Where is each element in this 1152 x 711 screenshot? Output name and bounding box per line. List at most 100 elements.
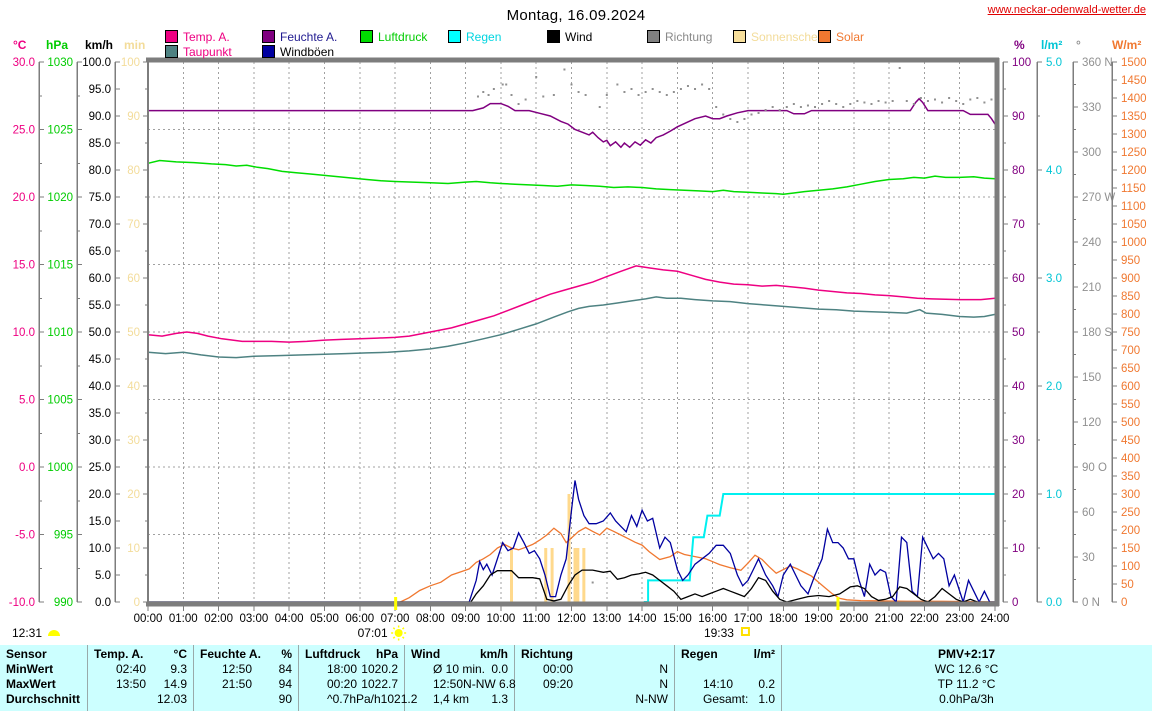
table-row-minwert-luftdruck: 18:00 1020.2: [299, 662, 404, 677]
svg-text:250: 250: [1121, 507, 1140, 519]
table-row-minwert-feuchte: 12:50 84: [194, 662, 298, 677]
table-header-unit: hPa: [375, 647, 398, 661]
axis-pct: 0 10 20 30 40 50 60 70 80 90 100: [1002, 57, 1031, 609]
table-row-durchschnitt-regen: Gesamt: 1.0: [675, 692, 781, 707]
legend-swatch-solar: [818, 30, 831, 43]
table-cell-time: [94, 692, 116, 707]
legend-swatch-temp-a: [165, 30, 178, 43]
legend-label-temp-a: Temp. A.: [183, 29, 230, 44]
svg-text:20: 20: [1012, 489, 1025, 501]
legend-label-regen: Regen: [466, 29, 502, 44]
svg-text:-10.0: -10.0: [9, 597, 35, 609]
legend-item-windboeen: Windböen: [262, 45, 334, 59]
table-cell-value: 1.0: [758, 692, 775, 706]
x-axis-labels: 00:00 01:00 02:00 03:00 04:00 05:00 06:00 07:00…: [134, 613, 1010, 625]
svg-text:1350: 1350: [1121, 111, 1147, 123]
table-row-durchschnitt-temp: 12.03: [88, 692, 193, 707]
svg-text:1300: 1300: [1121, 129, 1147, 141]
table-cell-value: N: [659, 677, 668, 691]
table-row-maxwert-pmv: TP 11.2 °C: [782, 677, 1151, 692]
unit-hpa: hPa: [46, 38, 69, 52]
table-header-label: Luftdruck: [305, 647, 361, 661]
svg-text:50: 50: [1121, 579, 1134, 591]
legend-swatch-regen: [448, 30, 461, 43]
legend-swatch-richtung: [647, 30, 660, 43]
svg-text:200: 200: [1121, 525, 1140, 537]
unit-pct: %: [1014, 38, 1025, 52]
table-cell-value: 14.9: [163, 677, 187, 691]
table-cell-time: 12:50: [433, 677, 464, 691]
svg-text:35.0: 35.0: [89, 408, 111, 420]
table-cell-value: 1.3: [491, 692, 508, 706]
table-cell-time: ^0.7hPa/h: [327, 692, 381, 706]
svg-text:600: 600: [1121, 381, 1140, 393]
svg-text:-5.0: -5.0: [15, 530, 35, 542]
table-header-label: Temp. A.: [94, 647, 144, 661]
svg-text:2.0: 2.0: [1046, 381, 1062, 393]
table-row-minwert-pmv: WC 12.6 °C: [782, 662, 1151, 677]
sunset-icon: [740, 627, 750, 636]
svg-text:85.0: 85.0: [89, 138, 111, 150]
svg-text:0: 0: [1121, 597, 1127, 609]
svg-text:450: 450: [1121, 435, 1140, 447]
svg-text:0: 0: [1012, 597, 1018, 609]
legend-item-wind: Wind: [547, 30, 592, 44]
table-header-sensor: Sensor: [0, 647, 87, 662]
table-header-unit: °C: [173, 647, 187, 661]
sensor-summary-table: Sensor MinWert MaxWert Durchschnitt Temp. A.…: [0, 645, 1152, 711]
table-header-pmv: PMV+2:17: [782, 647, 1151, 662]
table-row-maxwert-luftdruck: 00:20 1022.7: [299, 677, 404, 692]
table-row-maxwert-wind: 12:50 N-NW 6.8: [405, 677, 516, 692]
table-cell-value: 84: [278, 662, 292, 676]
table-cell-time: 09:20: [543, 677, 574, 691]
table-header-luftdruck: Luftdruck hPa: [299, 647, 404, 662]
x-tick-label: 10:00: [487, 613, 516, 625]
table-row-durchschnitt-pmv: 0.0hPa/3h: [782, 692, 1151, 707]
x-tick-label: 18:00: [769, 613, 798, 625]
table-row-maxwert-richtung: 09:20 N: [515, 677, 674, 692]
table-cell-value: 1022.7: [361, 677, 398, 691]
svg-text:650: 650: [1121, 363, 1140, 375]
legend-label-richtung: Richtung: [665, 29, 713, 44]
svg-text:20: 20: [127, 489, 140, 501]
x-tick-label: 00:00: [134, 613, 163, 625]
svg-text:350: 350: [1121, 471, 1140, 483]
svg-text:900: 900: [1121, 273, 1140, 285]
svg-text:10: 10: [1012, 543, 1025, 555]
legend-label-sonnenschein: Sonnenschein: [751, 29, 828, 44]
legend-item-taupunkt: Taupunkt: [165, 45, 232, 59]
svg-text:1450: 1450: [1121, 75, 1147, 87]
table-header-label: Sensor: [6, 647, 47, 661]
series-regen: [643, 493, 995, 603]
grid: [148, 62, 995, 602]
unit-temp: °C: [13, 38, 27, 52]
svg-text:50: 50: [1012, 327, 1025, 339]
table-row-durchschnitt-wind: 1,4 km 1.3: [405, 692, 514, 707]
svg-text:15.0: 15.0: [13, 260, 35, 272]
table-row-minwert-temp: 02:40 9.3: [88, 662, 193, 677]
svg-text:20.0: 20.0: [89, 489, 111, 501]
svg-text:70: 70: [1012, 219, 1025, 231]
svg-text:750: 750: [1121, 327, 1140, 339]
svg-text:150: 150: [1082, 372, 1101, 384]
legend-swatch-feuchte-a: [262, 30, 275, 43]
svg-text:30: 30: [127, 435, 140, 447]
table-column-luftdruck: Luftdruck hPa 18:00 1020.2 00:20 1022.7 ^0.7hP…: [299, 645, 417, 711]
table-column-temp: Temp. A. °C 02:40 9.3 13:50 14.9 12.03: [88, 645, 194, 711]
x-tick-label: 12:00: [557, 613, 586, 625]
table-row-minwert-wind: Ø 10 min. 0.0: [405, 662, 514, 677]
svg-text:1050: 1050: [1121, 219, 1147, 231]
svg-text:75.0: 75.0: [89, 192, 111, 204]
svg-text:1400: 1400: [1121, 93, 1147, 105]
svg-text:90.0: 90.0: [89, 111, 111, 123]
svg-text:700: 700: [1121, 345, 1140, 357]
table-cell-value: N: [659, 662, 668, 676]
svg-text:300: 300: [1121, 489, 1140, 501]
table-row-maxwert-regen: 14:10 0.2: [675, 677, 781, 692]
x-tick-label: 15:00: [663, 613, 692, 625]
svg-text:30.0: 30.0: [13, 57, 35, 69]
table-header-temp: Temp. A. °C: [88, 647, 193, 662]
x-tick-label: 03:00: [239, 613, 268, 625]
table-cell-time: TP 11.2 °C: [937, 677, 996, 691]
svg-text:90 O: 90 O: [1082, 462, 1107, 474]
